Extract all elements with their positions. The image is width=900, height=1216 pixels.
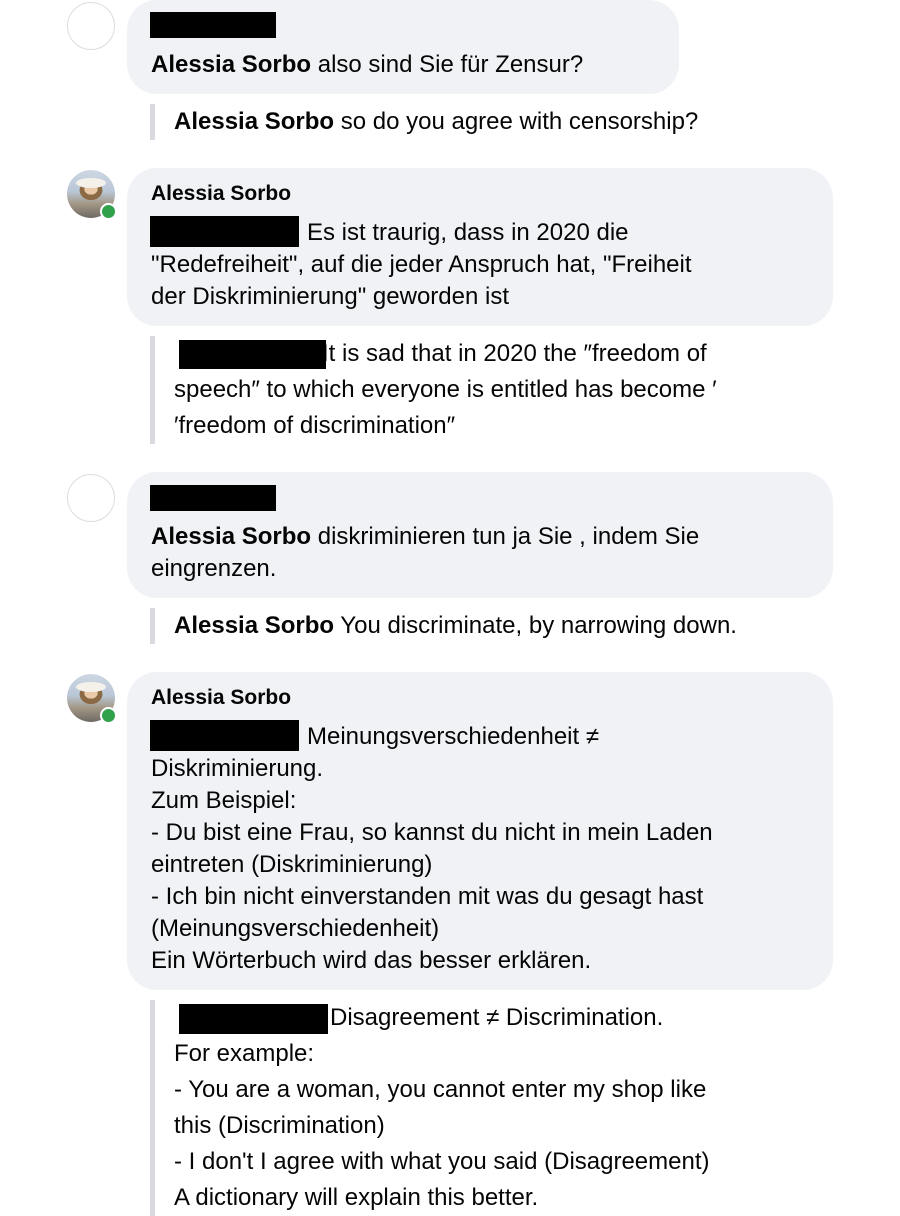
comment-line: Meinungsverschiedenheit ≠ [307, 723, 600, 750]
comment-line: der Diskriminierung" geworden ist [151, 283, 509, 310]
profile-photo[interactable] [67, 170, 117, 220]
translation-quote: Alessia Sorbo so do you agree with censo… [150, 104, 810, 140]
profile-photo[interactable] [67, 674, 117, 724]
translation-line: this (Discrimination) [174, 1112, 385, 1139]
comment-bubble: Alessia Sorbo diskriminieren tun ja Sie … [127, 472, 833, 598]
comment-author-link[interactable]: Alessia Sorbo [151, 180, 291, 208]
redacted-mention [179, 340, 326, 369]
comment-line: Diskriminierung. [151, 755, 324, 782]
avatar-hat [76, 178, 106, 188]
comment-line: - Du bist eine Frau, so kannst du nicht … [151, 819, 713, 846]
translation-quote: Disagreement ≠ Discrimination. For examp… [150, 1000, 840, 1216]
comment-bubble: Alessia Sorbo also sind Sie für Zensur? [127, 0, 679, 94]
translation-line: speech″ to which everyone is entitled ha… [174, 376, 717, 403]
comment-line: - Ich bin nicht einverstanden mit was du… [151, 883, 704, 910]
translation-quote: It is sad that in 2020 the ″freedom of s… [150, 336, 830, 444]
comment-line: Zum Beispiel: [151, 787, 297, 814]
comment-line: eingrenzen. [151, 555, 277, 582]
translation-line: For example: [174, 1040, 315, 1067]
mentioned-user-link[interactable]: Alessia Sorbo [151, 523, 311, 550]
comment-line: Es ist traurig, dass in 2020 die [307, 219, 629, 246]
comment-line: (Meinungsverschiedenheit) [151, 915, 440, 942]
translation-quote: Alessia Sorbo You discriminate, by narro… [150, 608, 850, 644]
redacted-name [150, 485, 276, 511]
redacted-mention [179, 1004, 328, 1034]
translation-text: You discriminate, by narrowing down. [334, 612, 737, 639]
translation-name: Alessia Sorbo [174, 108, 335, 135]
comment-line: "Redefreiheit", auf die jeder Anspruch h… [151, 251, 692, 278]
avatar-hat [76, 682, 106, 692]
comment-author-link[interactable]: Alessia Sorbo [151, 684, 291, 712]
commenter-avatar[interactable] [67, 2, 115, 50]
online-status-icon [100, 203, 117, 220]
translation-text: so do you agree with censorship? [334, 108, 699, 135]
translation-line: - I don't I agree with what you said (Di… [174, 1148, 710, 1175]
mentioned-user-link[interactable]: Alessia Sorbo [151, 51, 311, 78]
translation-line: ′freedom of discrimination″ [174, 412, 456, 439]
comment-bubble: Alessia Sorbo Es ist traurig, dass in 20… [127, 168, 833, 326]
commenter-avatar[interactable] [67, 474, 115, 522]
comment-line: eintreten (Diskriminierung) [151, 851, 433, 878]
comment-text: also sind Sie für Zensur? [311, 51, 584, 78]
translation-line: - You are a woman, you cannot enter my s… [174, 1076, 707, 1103]
translation-name: Alessia Sorbo [174, 612, 335, 639]
comment-bubble: Alessia Sorbo Meinungsverschiedenheit ≠ … [127, 672, 833, 990]
redacted-name [150, 12, 276, 38]
comment-text: diskriminieren tun ja Sie , indem Sie [311, 523, 700, 550]
translation-line: A dictionary will explain this better. [174, 1184, 539, 1211]
online-status-icon [100, 707, 117, 724]
comment-line: Ein Wörterbuch wird das besser erklären. [151, 947, 592, 974]
